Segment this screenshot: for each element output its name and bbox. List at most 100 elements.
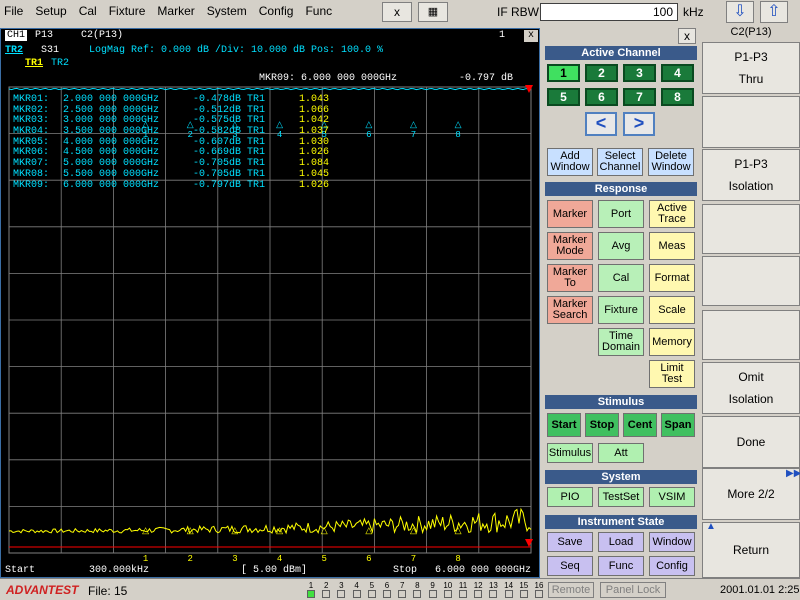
arrow-down-icon[interactable]: ⇩ bbox=[726, 1, 754, 23]
channel-button-4[interactable]: 4 bbox=[661, 64, 694, 82]
marker-row: MKR04: 3.500 000 000GHz -0.582dB TR1 1.037 bbox=[13, 126, 329, 138]
menu-marker[interactable]: Marker bbox=[157, 4, 194, 18]
channel-button-2[interactable]: 2 bbox=[585, 64, 618, 82]
window-close-icon[interactable]: x bbox=[524, 30, 538, 42]
panel-close-icon[interactable]: x bbox=[678, 28, 696, 44]
channel-indicator-label: 8 bbox=[415, 581, 420, 590]
response-format-button[interactable]: Format bbox=[649, 264, 695, 292]
instrument-load-button[interactable]: Load bbox=[598, 532, 644, 552]
softkey-3[interactable]: P1-P3 Isolation bbox=[702, 149, 800, 201]
response-marker-to-button[interactable]: Marker To bbox=[547, 264, 593, 292]
system-pio-button[interactable]: PIO bbox=[547, 487, 593, 507]
menu-system[interactable]: System bbox=[207, 4, 247, 18]
advantest-logo: ADVANTEST bbox=[6, 583, 79, 597]
remote-indicator: Remote bbox=[548, 582, 594, 598]
menu-func[interactable]: Func bbox=[305, 4, 332, 18]
response-fixture-button[interactable]: Fixture bbox=[598, 296, 644, 324]
softkey-line1: More 2/2 bbox=[727, 487, 775, 501]
response-meas-button[interactable]: Meas bbox=[649, 232, 695, 260]
menu-cal[interactable]: Cal bbox=[79, 4, 97, 18]
calculator-icon[interactable]: ▦ bbox=[418, 2, 448, 22]
softkey-line1: P1-P3 bbox=[734, 50, 768, 64]
channel-indicator-box bbox=[489, 590, 498, 598]
stimulus-stimulus-button[interactable]: Stimulus bbox=[547, 443, 593, 463]
channel-button-5[interactable]: 5 bbox=[547, 88, 580, 106]
menu-fixture[interactable]: Fixture bbox=[109, 4, 146, 18]
marker-tick-bottom: △ bbox=[321, 526, 328, 536]
stimulus-stop-button[interactable]: Stop bbox=[585, 413, 619, 437]
softkey-blank[interactable] bbox=[702, 310, 800, 360]
softkey-9[interactable]: Return bbox=[702, 522, 800, 578]
channel-button-7[interactable]: 7 bbox=[623, 88, 656, 106]
response-scale-button[interactable]: Scale bbox=[649, 296, 695, 324]
softkey-7[interactable]: Done bbox=[702, 416, 800, 468]
channel-indicator-label: 5 bbox=[369, 581, 375, 590]
ifrbw-input[interactable]: 100 bbox=[540, 3, 678, 21]
response-cal-button[interactable]: Cal bbox=[598, 264, 644, 292]
marker-tick-bottom: △ bbox=[455, 526, 462, 536]
response-avg-button[interactable]: Avg bbox=[598, 232, 644, 260]
channel-indicator-10: 10 bbox=[443, 581, 453, 598]
arrow-up-icon[interactable]: ⇧ bbox=[760, 1, 788, 23]
menu-config[interactable]: Config bbox=[259, 4, 294, 18]
system-vsim-button[interactable]: VSIM bbox=[649, 487, 695, 507]
power-value: [ 5.00 dBm] bbox=[241, 565, 308, 576]
active-trace-label[interactable]: TR2 bbox=[5, 45, 23, 56]
softkey-1[interactable]: P1-P3 Thru bbox=[702, 42, 800, 94]
softkey-5[interactable] bbox=[702, 256, 800, 306]
prev-channel-button[interactable]: < bbox=[585, 112, 617, 136]
channel-indicator-8: 8 bbox=[412, 581, 422, 598]
channel-label: CH1 bbox=[5, 30, 28, 41]
stimulus-span-button[interactable]: Span bbox=[661, 413, 695, 437]
channel-indicator-13: 13 bbox=[488, 581, 498, 598]
add-window-button[interactable]: Add Window bbox=[547, 148, 593, 176]
response-limit-test-button[interactable]: Limit Test bbox=[649, 360, 695, 388]
ifrbw-unit: kHz bbox=[683, 5, 704, 19]
softkey-6[interactable]: Omit Isolation bbox=[702, 362, 800, 414]
marker-unit: dB TR1 bbox=[229, 168, 266, 180]
instrument-func-button[interactable]: Func bbox=[598, 556, 644, 576]
next-channel-button[interactable]: > bbox=[623, 112, 655, 136]
menu-file[interactable]: File bbox=[4, 4, 23, 18]
stop-value[interactable]: 6.000 000 000GHz bbox=[435, 565, 531, 576]
channel-indicator-16: 16 bbox=[534, 581, 544, 598]
trace-tab-1[interactable]: TR1 bbox=[25, 58, 43, 69]
stimulus-start-button[interactable]: Start bbox=[547, 413, 581, 437]
marker-name: MKR08: bbox=[13, 168, 50, 180]
response-time-domain-button[interactable]: Time Domain bbox=[598, 328, 644, 356]
softkey-4[interactable] bbox=[702, 204, 800, 254]
marker-freq: 6.000 000 000GHz bbox=[63, 179, 160, 191]
channel-indicator-3: 3 bbox=[336, 581, 346, 598]
system-testset-button[interactable]: TestSet bbox=[598, 487, 644, 507]
marker-row: MKR08: 5.500 000 000GHz -0.705dB TR1 1.045 bbox=[13, 168, 329, 181]
instrument-window-button[interactable]: Window bbox=[649, 532, 695, 552]
instrument-save-button[interactable]: Save bbox=[547, 532, 593, 552]
channel-button-6[interactable]: 6 bbox=[585, 88, 618, 106]
cal-label: C2(P13) bbox=[81, 30, 124, 41]
response-marker-mode-button[interactable]: Marker Mode bbox=[547, 232, 593, 260]
delete-window-button[interactable]: Delete Window bbox=[648, 148, 694, 176]
channel-indicator-2: 2 bbox=[321, 581, 331, 598]
response-port-button[interactable]: Port bbox=[598, 200, 644, 228]
marker-tick-bottom-label: 6 bbox=[366, 554, 371, 564]
response-marker-button[interactable]: Marker bbox=[547, 200, 593, 228]
start-value[interactable]: 300.000kHz bbox=[89, 565, 149, 576]
close-button[interactable]: x bbox=[382, 2, 412, 22]
menu-setup[interactable]: Setup bbox=[35, 4, 66, 18]
marker-value: -0.797 bbox=[192, 179, 229, 191]
select-channel-button[interactable]: Select Channel bbox=[597, 148, 643, 176]
instrument-seq-button[interactable]: Seq bbox=[547, 556, 593, 576]
channel-indicator-label: 1 bbox=[308, 581, 314, 590]
channel-button-1[interactable]: 1 bbox=[547, 64, 580, 82]
channel-button-8[interactable]: 8 bbox=[661, 88, 694, 106]
stimulus-att-button[interactable]: Att bbox=[598, 443, 644, 463]
channel-button-3[interactable]: 3 bbox=[623, 64, 656, 82]
softkey-2[interactable] bbox=[702, 96, 800, 148]
response-active-trace-button[interactable]: Active Trace bbox=[649, 200, 695, 228]
stimulus-cent-button[interactable]: Cent bbox=[623, 413, 657, 437]
response-memory-button[interactable]: Memory bbox=[649, 328, 695, 356]
trace-tab-2[interactable]: TR2 bbox=[51, 58, 69, 69]
response-marker-search-button[interactable]: Marker Search bbox=[547, 296, 593, 324]
channel-indicator-box bbox=[367, 590, 376, 598]
instrument-config-button[interactable]: Config bbox=[649, 556, 695, 576]
